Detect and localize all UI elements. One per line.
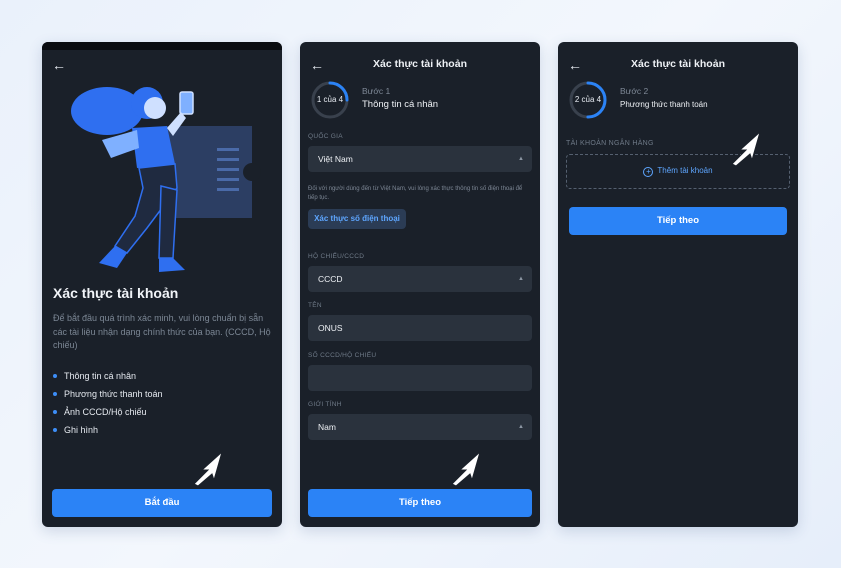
gender-label: GIỚI TÍNH	[308, 401, 342, 408]
intro-description: Để bắt đầu quá trình xác minh, vui lòng …	[53, 313, 271, 350]
header-title: Xác thực tài khoản	[631, 58, 725, 70]
list-item: Ghi hình	[53, 421, 163, 439]
name-label: TÊN	[308, 302, 322, 309]
bank-account-label: TÀI KHOẢN NGÂN HÀNG	[566, 140, 654, 147]
verify-phone-button[interactable]: Xác thực số điện thoại	[308, 209, 406, 229]
pointer-arrow-icon	[451, 450, 481, 487]
country-label: QUỐC GIA	[308, 133, 343, 140]
screen-intro: ← Xác thực tài khoản Để bắt đầu quá trìn…	[42, 42, 282, 527]
page-title: Xác thực tài khoản	[53, 285, 179, 301]
pointer-arrow-icon	[193, 450, 223, 487]
step-progress-text: 2 của 4	[574, 95, 602, 104]
screen-personal-info: ← Xác thực tài khoản 1 của 4 Bước 1 Thôn…	[300, 42, 540, 527]
screen-payment-method: ← Xác thực tài khoản 2 của 4 Bước 2 Phươ…	[558, 42, 798, 527]
id-number-input[interactable]	[308, 365, 532, 391]
list-item: Phương thức thanh toán	[53, 385, 163, 403]
header-title: Xác thực tài khoản	[373, 58, 467, 70]
bullet-dot-icon	[53, 374, 57, 378]
step-number: Bước 2	[620, 86, 649, 96]
gender-select[interactable]: Nam ▲	[308, 414, 532, 440]
id-type-select[interactable]: CCCD ▲	[308, 266, 532, 292]
select-arrows-icon: ▲	[518, 276, 524, 282]
next-button[interactable]: Tiếp theo	[308, 489, 532, 517]
add-account-label: Thêm tài khoản	[657, 166, 713, 175]
bullet-dot-icon	[53, 428, 57, 432]
select-arrows-icon: ▲	[518, 424, 524, 430]
back-arrow-icon[interactable]: ←	[50, 56, 68, 74]
pointer-arrow-icon	[731, 130, 761, 167]
step-progress-text: 1 của 4	[316, 95, 344, 104]
plus-circle-icon: +	[643, 167, 654, 177]
country-select[interactable]: Việt Nam ▲	[308, 146, 532, 172]
list-item: Ảnh CCCD/Hộ chiếu	[53, 403, 163, 421]
id-number-label: SỐ CCCD/HỘ CHIẾU	[308, 352, 377, 359]
select-arrows-icon: ▲	[518, 156, 524, 162]
status-bar	[42, 42, 282, 50]
id-type-label: HỘ CHIẾU/CCCD	[308, 253, 365, 260]
requirements-list: Thông tin cá nhân Phương thức thanh toán…	[53, 367, 163, 439]
phone-verification-note: Đối với người dùng đến từ Việt Nam, vui …	[308, 186, 523, 201]
bullet-dot-icon	[53, 392, 57, 396]
bullet-dot-icon	[53, 410, 57, 414]
start-button[interactable]: Bắt đầu	[52, 489, 272, 517]
step-name: Thông tin cá nhân	[362, 99, 439, 110]
name-input[interactable]: ONUS	[308, 315, 532, 341]
step-number: Bước 1	[362, 86, 391, 96]
next-button[interactable]: Tiếp theo	[569, 207, 787, 235]
list-item: Thông tin cá nhân	[53, 367, 163, 385]
step-name: Phương thức thanh toán	[620, 100, 708, 109]
verification-illustration	[71, 87, 261, 272]
